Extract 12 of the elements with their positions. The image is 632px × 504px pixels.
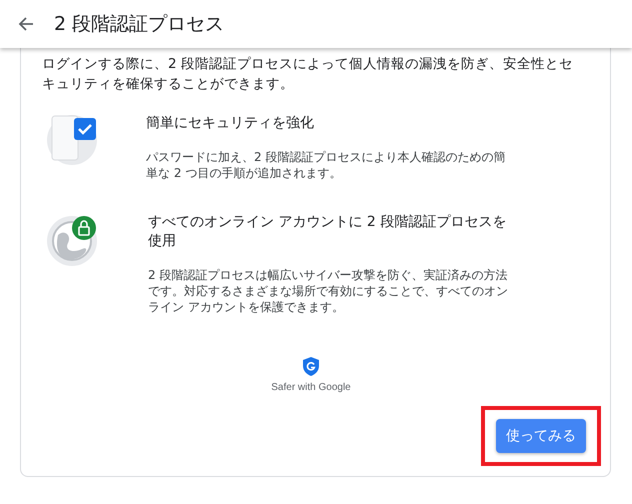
globe-lock-icon [46,213,100,267]
safer-caption: Safer with Google [271,382,351,393]
intro-text: ログインする際に、2 段階認証プロセスによって個人情報の漏洩を防ぎ、安全性とセキュリティを確保することができます。 [42,55,574,94]
page-title: 2 段階認証プロセス [54,12,224,37]
phone-checkmark-icon [46,114,98,166]
feature-title: 簡単にセキュリティを強化 [146,114,315,133]
feature-title: すべてのオンライン アカウントに 2 段階認証プロセスを使用 [148,213,508,251]
shield-logo-icon [303,357,319,376]
feature-description: 2 段階認証プロセスは幅広いサイバー攻撃を防ぐ、実証済みの方法です。対応するさまざまな場所で有効にすることで、すべてのオンライン アカウントを保護できます。 [148,267,508,315]
back-arrow-icon[interactable] [18,16,34,32]
feature-description: パスワードに加え、2 段階認証プロセスにより本人確認のための簡単な 2 つ目の手順が追加されます。 [146,149,506,181]
try-button[interactable]: 使ってみる [496,419,586,453]
